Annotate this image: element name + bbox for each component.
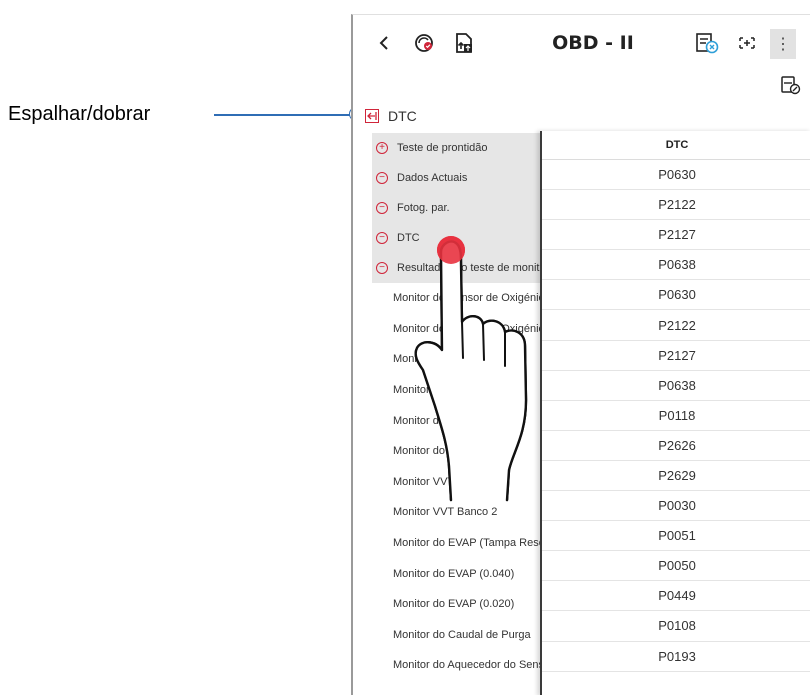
dtc-section-header[interactable]: DTC xyxy=(353,103,810,129)
collapse-icon[interactable]: − xyxy=(376,232,388,244)
table-row[interactable]: P0030 xyxy=(542,491,810,522)
table-row[interactable]: P0050 xyxy=(542,551,810,582)
tree-item-label: Teste de prontidão xyxy=(397,142,488,154)
table-row[interactable]: P0193 xyxy=(542,642,810,672)
tree-item-live-data[interactable]: − Dados Actuais xyxy=(372,163,544,193)
top-bar: OBD - II ⋮ xyxy=(353,15,810,71)
tree-item-freeze-frame[interactable]: − Fotog. par. xyxy=(372,193,544,223)
more-menu-button[interactable]: ⋮ xyxy=(770,29,796,59)
table-row[interactable]: P2122 xyxy=(542,310,810,341)
table-row[interactable]: P0630 xyxy=(542,160,810,191)
table-row[interactable]: P0051 xyxy=(542,521,810,552)
table-row[interactable]: P2127 xyxy=(542,220,810,251)
list-item[interactable]: Monitor do Aquecedor do Sensor xyxy=(372,650,544,681)
list-item[interactable]: Monitor do EVAP (0.020) xyxy=(372,589,544,620)
vehicle-info-icon[interactable] xyxy=(693,31,721,55)
callout-line xyxy=(214,114,356,116)
table-row[interactable]: P2127 xyxy=(542,341,810,371)
collapse-icon[interactable]: − xyxy=(376,262,388,274)
table-row[interactable]: P0449 xyxy=(542,581,810,612)
tree-item-label: Dados Actuais xyxy=(397,172,468,184)
table-row[interactable]: P0630 xyxy=(542,280,810,311)
dtc-table: DTC P0630 P2122 P2127 P0638 P0630 P2122 … xyxy=(540,131,810,695)
upload-report-icon[interactable] xyxy=(451,31,477,55)
expand-view-icon[interactable] xyxy=(735,31,759,55)
table-row[interactable]: P0118 xyxy=(542,401,810,431)
list-item[interactable]: Monitor do EVAP (Tampa Reservatório) xyxy=(372,528,544,559)
column-header-dtc: DTC xyxy=(542,131,810,160)
list-item[interactable]: Monitor do EVAP (0.040) xyxy=(372,558,544,589)
pointing-hand-icon xyxy=(414,236,528,502)
collapse-expand-icon[interactable] xyxy=(365,109,379,123)
collapse-icon[interactable]: − xyxy=(376,202,388,214)
table-row[interactable]: P2629 xyxy=(542,461,810,492)
list-item[interactable]: Monitor do Caudal de Purga xyxy=(372,620,544,651)
table-row[interactable]: P0638 xyxy=(542,371,810,401)
table-row[interactable]: P2122 xyxy=(542,190,810,221)
dtc-header-label: DTC xyxy=(388,108,417,124)
vehicle-settings-icon[interactable] xyxy=(779,75,801,95)
callout-label: Espalhar/dobrar xyxy=(8,103,151,125)
chevron-left-icon[interactable] xyxy=(375,31,393,55)
table-row[interactable]: P0638 xyxy=(542,250,810,281)
table-row[interactable]: P2626 xyxy=(542,431,810,461)
collapse-icon[interactable]: − xyxy=(376,172,388,184)
page-title: OBD - II xyxy=(552,32,634,54)
tree-item-label: Fotog. par. xyxy=(397,202,450,214)
table-row[interactable]: P0108 xyxy=(542,611,810,642)
expand-icon[interactable]: + xyxy=(376,142,388,154)
diagnostic-refresh-icon[interactable] xyxy=(411,31,437,55)
tree-item-readiness[interactable]: + Teste de prontidão xyxy=(372,133,544,163)
